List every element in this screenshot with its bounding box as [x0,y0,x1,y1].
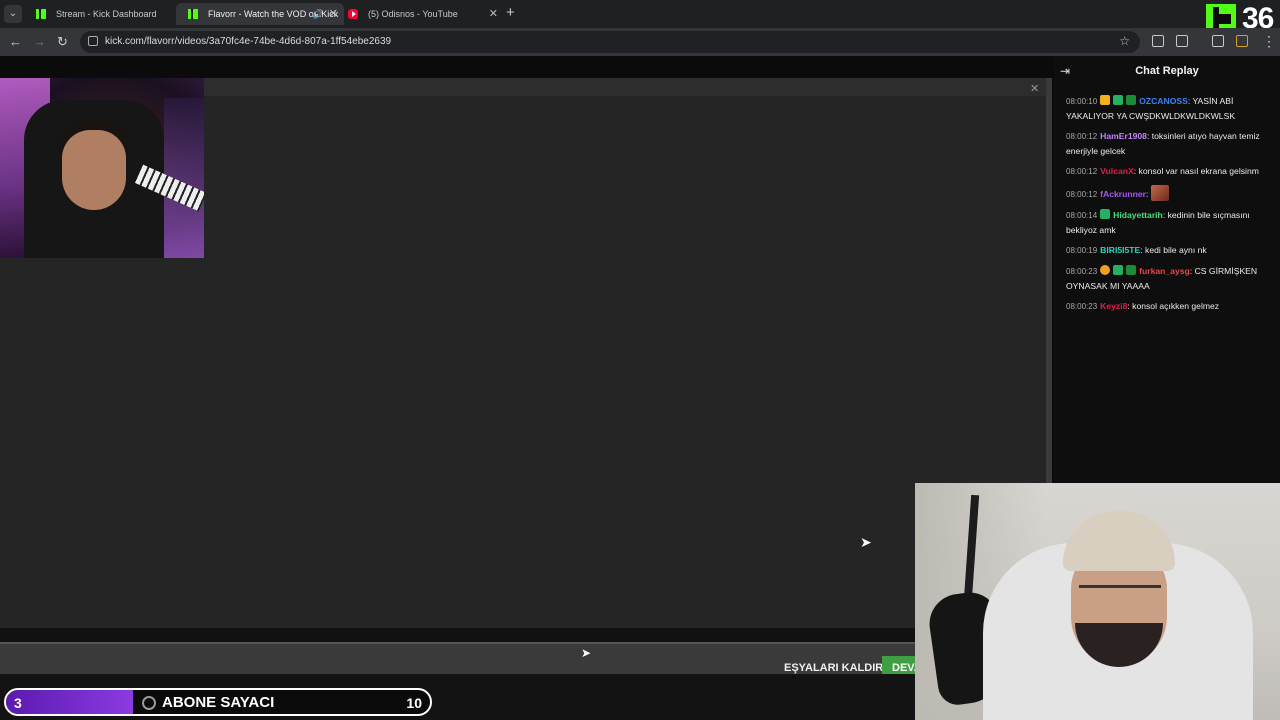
chat-message: 08:00:23 Keyzi8: konsol açıkken gelmez [1066,301,1220,311]
url-text: kick.com/flavorr/videos/3a70fc4e-74be-4d… [105,36,392,47]
crown-badge-icon [1100,95,1111,105]
chat-timestamp: 08:00:23 [1066,267,1098,276]
mod-badge-icon [1113,95,1124,105]
subscriber-progress-fill [6,690,134,714]
speaker-icon[interactable]: 🔊 [313,3,324,25]
subscriber-current: 3 [14,695,22,711]
chat-replay-panel: ⇥ Chat Replay 08:00:10 OZCANOSS: YASİN AB… [1054,56,1280,484]
chat-header: ⇥ Chat Replay [1054,62,1280,82]
chat-username[interactable]: VulcanX [1100,166,1134,176]
more-menu-icon[interactable]: ⋮ [1262,34,1276,48]
tab-search-button[interactable]: ⌄ [4,5,22,23]
youtube-icon [348,9,358,19]
chat-username[interactable]: fAckrunner [1100,189,1146,199]
chat-timestamp: 08:00:12 [1066,132,1098,141]
mouse-cursor-icon: ➤ [581,646,592,660]
chat-message: 08:00:23 furkan_aysg: CS GİRMİŞKEN OYNASA… [1066,265,1258,291]
chat-timestamp: 08:00:14 [1066,211,1098,220]
bookmark-star-icon[interactable]: ☆ [1119,34,1130,48]
chat-message: 08:00:12 VulcanX: konsol var nasıl ekrana… [1066,166,1259,176]
kick-icon [188,9,198,19]
sub-badge-icon [1126,95,1137,105]
back-icon[interactable]: ← [9,34,22,50]
chat-username[interactable]: furkan_aysg [1139,266,1190,276]
remove-items-button[interactable]: EŞYALARI KALDIR [784,662,883,674]
subscriber-counter: 3 ABONE SAYACI 10 [4,688,432,716]
extensions-icon[interactable] [1176,35,1188,47]
chat-message: 08:00:12 HamEr1908: toksinleri atıyo hayv… [1066,131,1260,156]
mod-badge-icon [1113,265,1124,275]
mouse-cursor-icon: ➤ [860,534,872,550]
chat-message: 08:00:10 OZCANOSS: YASİN ABİ YAKALIYOR YA… [1066,95,1236,121]
browser-tab-bar: ⌄ Stream - Kick Dashboard ✕ Flavorr - Wa… [0,0,1280,28]
chat-text: konsol açıkken gelmez [1132,301,1220,311]
tab-kick-dashboard[interactable]: Stream - Kick Dashboard ✕ [24,3,192,25]
chat-username[interactable]: HamEr1908 [1100,131,1147,141]
address-bar[interactable]: kick.com/flavorr/videos/3a70fc4e-74be-4d… [80,31,1140,53]
chat-text: kedi bile aynı nk [1145,245,1207,255]
tab-title: Stream - Kick Dashboard [56,9,157,19]
reload-icon[interactable]: ↻ [57,34,68,50]
chat-username[interactable]: Hidayettarih [1113,210,1163,220]
emote-icon [1150,185,1169,201]
chat-message-list: 08:00:10 OZCANOSS: YASİN ABİ YAKALIYOR YA… [1066,94,1274,320]
chat-timestamp: 08:00:12 [1066,167,1098,176]
chat-text: konsol var nasıl ekrana gelsinm [1138,166,1259,176]
chat-timestamp: 08:00:19 [1066,246,1098,255]
subscriber-counter-label: ABONE SAYACI [162,694,275,711]
game-window-titlebar [204,78,1046,96]
new-tab-button[interactable]: + [506,4,515,21]
tab-flavorr-vod[interactable]: Flavorr - Watch the VOD on Kick 🔊 ✕ [176,3,344,25]
streamer-facecam [915,483,1280,720]
cast-icon[interactable] [1152,35,1164,47]
site-info-icon[interactable] [88,36,98,46]
chat-username[interactable]: Keyzi8 [1100,301,1127,311]
mod-badge-icon [1100,209,1111,219]
close-icon[interactable]: ✕ [489,3,498,25]
streamer-webcam [0,78,204,258]
playlist-icon[interactable] [1212,35,1224,47]
gift-badge-icon [1100,265,1111,275]
forward-icon[interactable]: → [33,34,46,50]
chat-username[interactable]: OZCANOSS [1139,96,1188,106]
kick-icon [36,9,46,19]
chat-title: Chat Replay [1135,65,1199,77]
chat-message: 08:00:19 BIRI5I5TE: kedi bile aynı nk [1066,245,1207,255]
tab-title: (5) Odisnos - YouTube [368,9,458,19]
browser-toolbar: ← → ↻ kick.com/flavorr/videos/3a70fc4e-7… [0,28,1280,56]
chat-timestamp: 08:00:12 [1066,190,1098,199]
subscriber-goal: 10 [406,695,422,711]
chat-username[interactable]: BIRI5I5TE [1100,245,1140,255]
cap [1063,511,1175,571]
tab-youtube[interactable]: (5) Odisnos - YouTube ✕ [336,3,504,25]
chat-message: 08:00:14 Hidayettarih: kedinin bile sıçma… [1066,209,1250,235]
close-icon[interactable]: ✕ [1030,82,1039,95]
chat-timestamp: 08:00:10 [1066,97,1098,106]
subscribe-icon [142,696,156,710]
chat-message: 08:00:12 fAckrunner: [1066,185,1274,202]
chat-timestamp: 08:00:23 [1066,302,1098,311]
scrollbar[interactable] [1046,78,1052,498]
game-divider [0,628,916,642]
sub-badge-icon [1126,265,1137,275]
extension-badge-icon[interactable] [1236,35,1248,47]
